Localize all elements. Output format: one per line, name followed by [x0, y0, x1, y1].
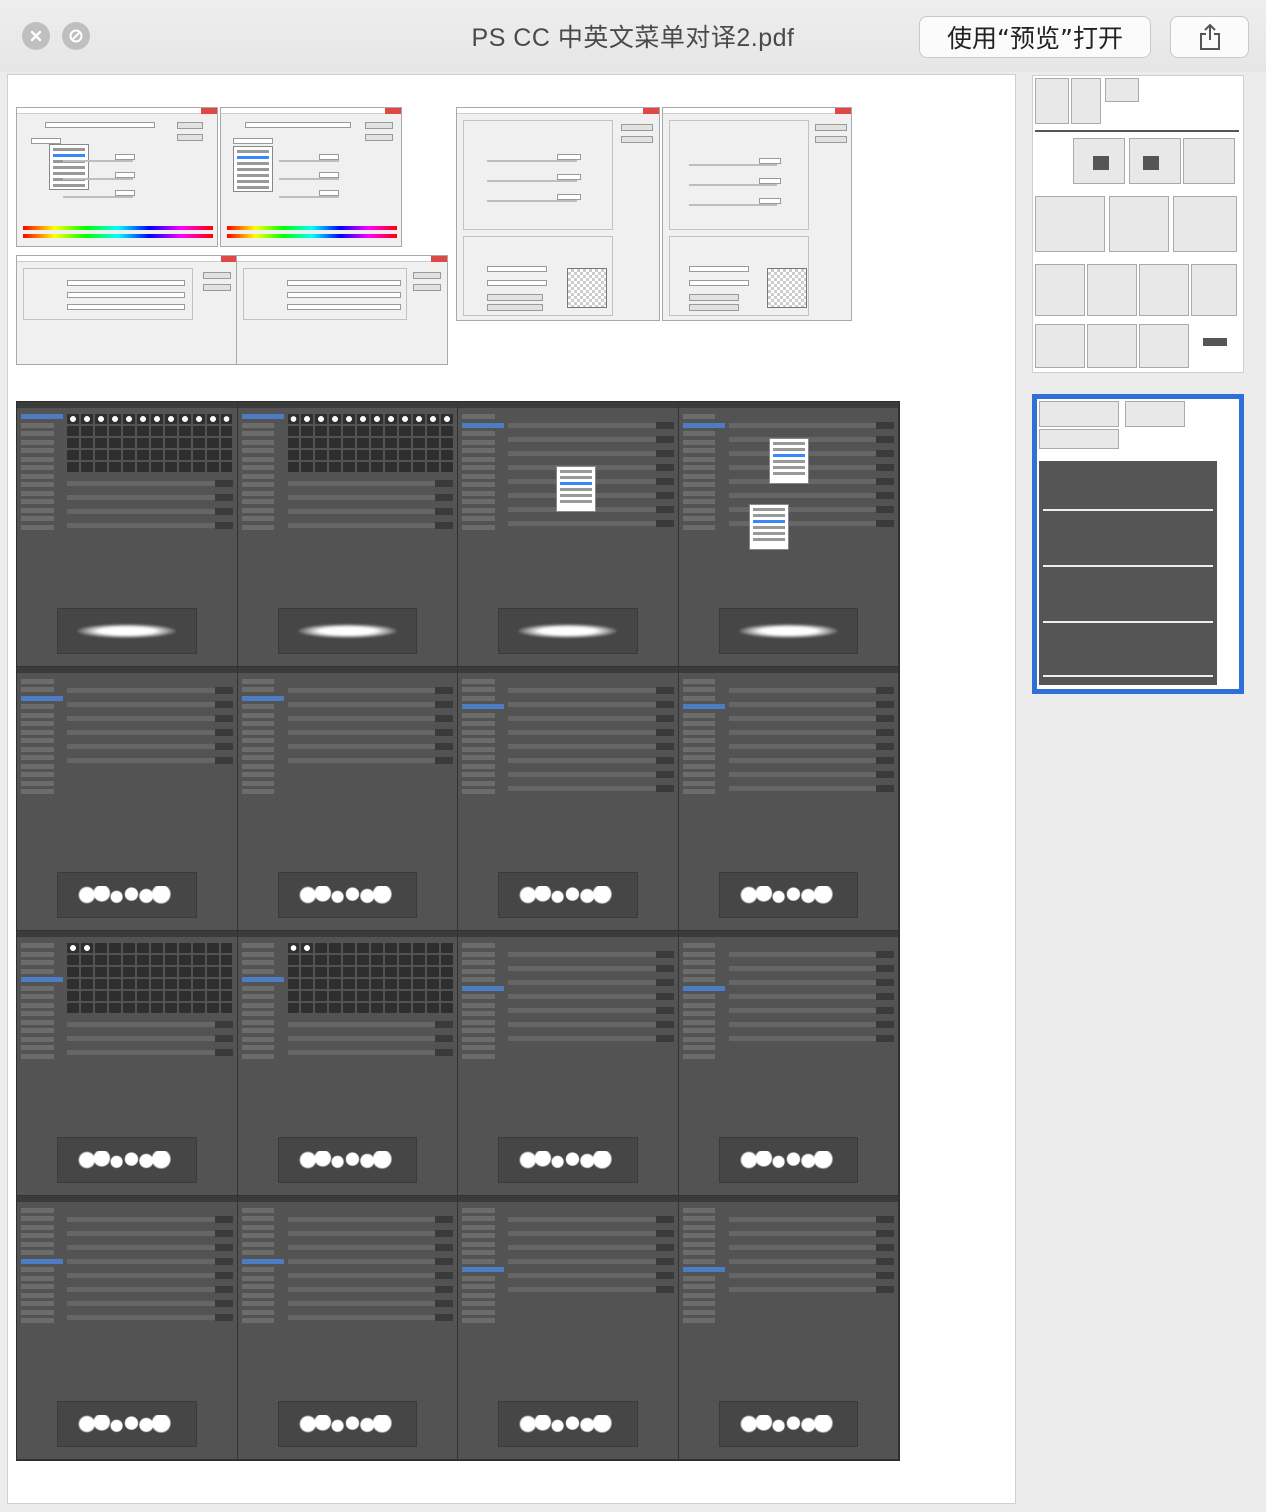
brush-panel	[458, 1195, 679, 1460]
color-lookup-dialog-en	[236, 255, 448, 365]
color-lookup-dialog-cn	[16, 255, 238, 365]
brush-panel	[17, 666, 238, 931]
brush-panel	[678, 931, 899, 1196]
brush-panel	[17, 931, 238, 1196]
document-page[interactable]	[7, 74, 1016, 1504]
brush-panel	[458, 666, 679, 931]
match-color-dialog-en	[662, 107, 852, 321]
brush-panel	[17, 402, 238, 667]
thumbnail-sidebar	[1016, 72, 1266, 1512]
brush-panel	[678, 402, 899, 667]
brush-panel	[458, 402, 679, 667]
brush-panel	[237, 931, 458, 1196]
minimize-icon	[69, 29, 83, 43]
close-icon	[30, 30, 42, 42]
brush-panel	[458, 931, 679, 1196]
brush-panel	[237, 666, 458, 931]
brush-panel	[237, 402, 458, 667]
title-bar: PS CC 中英文菜单对译2.pdf 使用“预览”打开	[0, 0, 1266, 72]
brush-panel	[678, 1195, 899, 1460]
brush-panel	[237, 1195, 458, 1460]
brush-panel	[17, 1195, 238, 1460]
brush-panel	[678, 666, 899, 931]
share-button[interactable]	[1170, 16, 1249, 58]
close-button[interactable]	[22, 22, 50, 50]
brush-panels-grid	[16, 401, 900, 1461]
share-icon	[1199, 23, 1220, 50]
window-title: PS CC 中英文菜单对译2.pdf	[471, 24, 795, 52]
hue-saturation-dialog-cn	[16, 107, 218, 247]
minimize-button[interactable]	[62, 22, 90, 50]
match-color-dialog-cn	[456, 107, 660, 321]
open-with-preview-button[interactable]: 使用“预览”打开	[919, 16, 1151, 58]
hue-saturation-dialog-en	[220, 107, 402, 247]
page-thumbnail-1[interactable]	[1032, 75, 1244, 373]
page-thumbnail-2[interactable]	[1032, 394, 1244, 694]
